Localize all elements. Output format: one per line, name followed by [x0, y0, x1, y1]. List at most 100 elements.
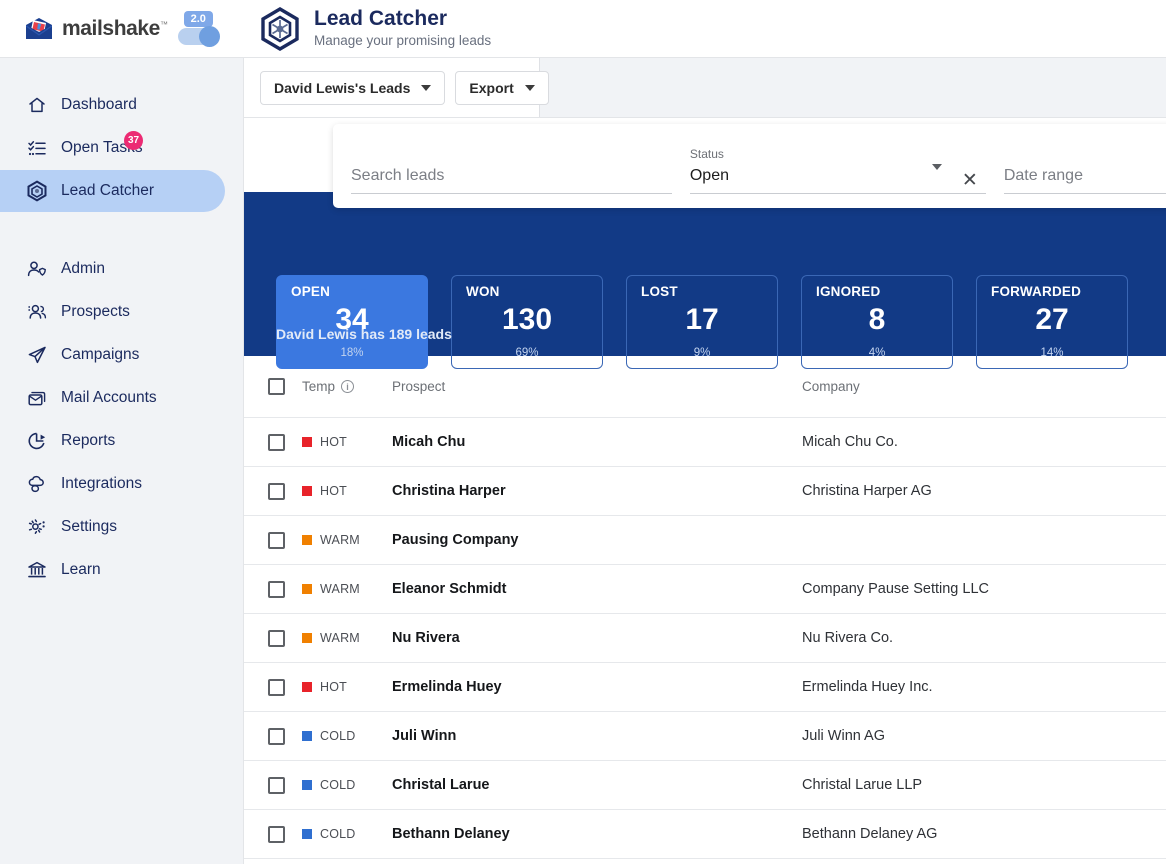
temp-label: WARM: [320, 582, 360, 596]
temp-label: HOT: [320, 484, 347, 498]
sidebar-item-mail-accounts[interactable]: Mail Accounts: [0, 377, 225, 419]
row-checkbox[interactable]: [268, 630, 285, 647]
temp-cell: WARM: [302, 533, 392, 547]
sidebar-item-learn[interactable]: Learn: [0, 549, 225, 591]
temp-swatch-icon: [302, 731, 312, 741]
table-row[interactable]: COLD Christal Larue Christal Larue LLP: [244, 761, 1166, 810]
brand-logo[interactable]: mailshake™ 2.0: [0, 12, 244, 46]
status-label: Status: [690, 147, 986, 161]
row-checkbox[interactable]: [268, 532, 285, 549]
sidebar-item-prospects[interactable]: Prospects: [0, 291, 225, 333]
stat-value: 8: [802, 303, 952, 337]
prospect-cell: Ermelinda Huey: [392, 679, 802, 695]
row-checkbox[interactable]: [268, 777, 285, 794]
stat-card-ignored[interactable]: IGNORED 8 4%: [801, 275, 953, 369]
temp-label: COLD: [320, 729, 356, 743]
export-button[interactable]: Export: [455, 71, 548, 105]
sidebar-divider-gap: [0, 212, 243, 248]
export-label: Export: [469, 80, 513, 96]
prospect-cell: Bethann Delaney: [392, 826, 802, 842]
row-checkbox[interactable]: [268, 581, 285, 598]
company-cell: Micah Chu Co.: [802, 434, 898, 450]
leads-count-note: David Lewis has 189 leads: [276, 326, 452, 342]
table-row[interactable]: WARM Nu Rivera Nu Rivera Co.: [244, 614, 1166, 663]
row-checkbox[interactable]: [268, 679, 285, 696]
table-row[interactable]: WARM Pausing Company: [244, 516, 1166, 565]
status-filter-field[interactable]: Status Open ✕: [690, 147, 986, 194]
leads-selector-dropdown[interactable]: David Lewis's Leads: [260, 71, 445, 105]
chevron-down-icon[interactable]: [932, 164, 942, 170]
temp-label: COLD: [320, 778, 356, 792]
paper-plane-icon: [26, 344, 48, 366]
company-cell: Christal Larue LLP: [802, 777, 922, 793]
stat-card-lost[interactable]: LOST 17 9%: [626, 275, 778, 369]
stat-card-forwarded[interactable]: FORWARDED 27 14%: [976, 275, 1128, 369]
tasks-icon: [26, 137, 48, 159]
select-all-checkbox[interactable]: [268, 378, 285, 395]
info-icon[interactable]: i: [341, 380, 354, 393]
search-input[interactable]: Search leads: [351, 165, 672, 187]
toggle-knob: [199, 26, 220, 47]
table-row[interactable]: COLD Juli Winn Juli Winn AG: [244, 712, 1166, 761]
sidebar-item-reports[interactable]: Reports: [0, 420, 225, 462]
top-bar: mailshake™ 2.0 Lead Catcher Manage your …: [0, 0, 1166, 58]
row-checkbox[interactable]: [268, 434, 285, 451]
version-toggle[interactable]: 2.0: [178, 12, 222, 46]
field-underline: [690, 193, 986, 194]
toolbar-card: David Lewis's Leads Export: [244, 58, 540, 117]
row-checkbox[interactable]: [268, 826, 285, 843]
temp-swatch-icon: [302, 437, 312, 447]
table-row[interactable]: WARM Eleanor Schmidt Company Pause Setti…: [244, 565, 1166, 614]
table-row[interactable]: HOT Ermelinda Huey Ermelinda Huey Inc.: [244, 663, 1166, 712]
table-row[interactable]: HOT Micah Chu Micah Chu Co.: [244, 418, 1166, 467]
company-cell: Juli Winn AG: [802, 728, 885, 744]
table-header-row: Temp i Prospect Company: [244, 356, 1166, 418]
sidebar-item-integrations[interactable]: Integrations: [0, 463, 225, 505]
temp-swatch-icon: [302, 584, 312, 594]
stat-label: LOST: [641, 284, 678, 299]
clear-status-icon[interactable]: ✕: [962, 170, 978, 192]
people-icon: [26, 301, 48, 323]
sidebar-item-settings[interactable]: Settings: [0, 506, 225, 548]
date-range-input[interactable]: Date range: [1004, 165, 1166, 187]
brand-name: mailshake™: [62, 17, 168, 41]
row-checkbox[interactable]: [268, 483, 285, 500]
row-checkbox[interactable]: [268, 728, 285, 745]
user-shield-icon: [26, 258, 48, 280]
table-row[interactable]: COLD Bethann Delaney Bethann Delaney AG: [244, 810, 1166, 859]
sidebar-item-lead-catcher[interactable]: Lead Catcher: [0, 170, 225, 212]
temp-cell: HOT: [302, 484, 392, 498]
prospect-cell: Nu Rivera: [392, 630, 802, 646]
table-row[interactable]: HOT Christina Harper Christina Harper AG: [244, 467, 1166, 516]
sidebar-item-dashboard[interactable]: Dashboard: [0, 84, 225, 126]
cloud-link-icon: [26, 473, 48, 495]
sidebar-item-admin[interactable]: Admin: [0, 248, 225, 290]
page-subtitle: Manage your promising leads: [314, 32, 491, 50]
stat-card-open[interactable]: OPEN 34 18%: [276, 275, 428, 369]
column-header-company: Company: [802, 379, 860, 394]
date-range-field[interactable]: Date range: [1004, 165, 1166, 194]
sidebar-item-open-tasks[interactable]: Open Tasks 37: [0, 127, 225, 169]
sidebar-item-campaigns[interactable]: Campaigns: [0, 334, 225, 376]
sidebar-item-label: Prospects: [61, 303, 130, 321]
company-cell: Christina Harper AG: [802, 483, 932, 499]
field-underline: [351, 193, 672, 194]
bank-icon: [26, 559, 48, 581]
search-leads-field[interactable]: Search leads: [351, 165, 672, 194]
field-underline: [1004, 193, 1166, 194]
stat-label: IGNORED: [816, 284, 880, 299]
stat-card-won[interactable]: WON 130 69%: [451, 275, 603, 369]
temp-swatch-icon: [302, 780, 312, 790]
stats-banner: OPEN 34 18% WON 130 69% LOST 17 9% IGNOR…: [244, 192, 1166, 356]
toolbar-strip: David Lewis's Leads Export: [244, 58, 1166, 118]
temp-cell: HOT: [302, 435, 392, 449]
sidebar-item-label: Admin: [61, 260, 105, 278]
temp-label: COLD: [320, 827, 356, 841]
temp-swatch-icon: [302, 486, 312, 496]
chevron-down-icon: [525, 85, 535, 91]
chevron-down-icon: [421, 85, 431, 91]
page-title: Lead Catcher: [314, 7, 491, 31]
temp-cell: COLD: [302, 778, 392, 792]
leads-selector-label: David Lewis's Leads: [274, 80, 410, 96]
sidebar-item-label: Mail Accounts: [61, 389, 157, 407]
